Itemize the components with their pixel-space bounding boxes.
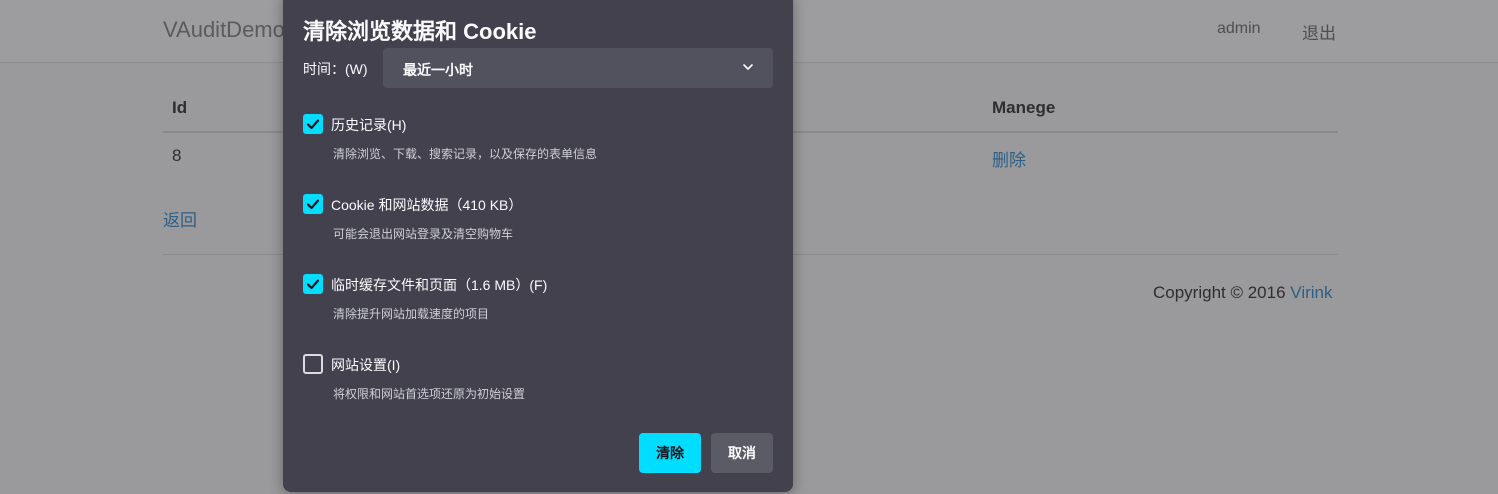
time-range-value: 最近一小时 — [403, 62, 473, 78]
copyright-text: Copyright © 2016 — [1153, 283, 1291, 302]
clear-data-dialog: 清除浏览数据和 Cookie 时间：(W) 最近一小时 历史记录(H) 清除浏览… — [283, 0, 793, 492]
table-header-manege: Manege — [992, 98, 1056, 117]
cancel-button[interactable]: 取消 — [711, 433, 773, 473]
cookies-checkbox[interactable] — [303, 194, 323, 214]
back-link[interactable]: 返回 — [163, 206, 197, 231]
history-checkbox[interactable] — [303, 114, 323, 134]
clear-button[interactable]: 清除 — [639, 433, 701, 473]
cookies-label[interactable]: Cookie 和网站数据（410 KB） — [331, 195, 522, 215]
time-range-label: 时间：(W) — [303, 61, 368, 77]
copyright: Copyright © 2016 Virink — [1153, 283, 1332, 303]
site-settings-label[interactable]: 网站设置(I) — [331, 355, 400, 375]
table-cell-id: 8 — [172, 146, 182, 165]
nav-user[interactable]: admin — [1217, 20, 1261, 38]
history-label[interactable]: 历史记录(H) — [331, 115, 406, 135]
table-header-id: Id — [172, 98, 188, 117]
dialog-title: 清除浏览数据和 Cookie — [303, 19, 537, 44]
cookies-description: 可能会退出网站登录及清空购物车 — [333, 227, 514, 241]
cache-description: 清除提升网站加载速度的项目 — [333, 307, 490, 321]
site-brand[interactable]: VAuditDemo — [163, 17, 285, 43]
checkmark-icon — [306, 279, 320, 290]
history-description: 清除浏览、下载、搜索记录，以及保存的表单信息 — [333, 147, 598, 161]
logout-link[interactable]: 退出 — [1302, 19, 1336, 44]
delete-link[interactable]: 删除 — [992, 146, 1026, 171]
site-settings-checkbox[interactable] — [303, 354, 323, 374]
checkmark-icon — [306, 199, 320, 210]
time-range-select[interactable]: 最近一小时 — [383, 48, 773, 88]
copyright-link[interactable]: Virink — [1290, 283, 1332, 302]
site-settings-description: 将权限和网站首选项还原为初始设置 — [333, 387, 526, 401]
cache-label[interactable]: 临时缓存文件和页面（1.6 MB）(F) — [331, 275, 547, 295]
chevron-down-icon — [743, 64, 753, 70]
checkmark-icon — [306, 119, 320, 130]
cache-checkbox[interactable] — [303, 274, 323, 294]
